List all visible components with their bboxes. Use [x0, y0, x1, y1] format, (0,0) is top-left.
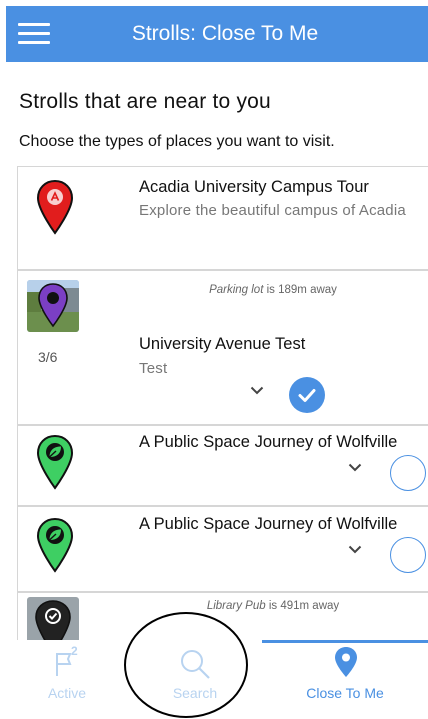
- search-icon: [181, 650, 210, 679]
- stroll-list: Acadia University Campus Tour Explore th…: [17, 166, 428, 640]
- stroll-description: Test: [139, 360, 168, 377]
- location-pin-icon: [335, 647, 357, 677]
- stroll-card[interactable]: 3/6 Parking lot is 189m away University …: [17, 270, 428, 425]
- distance-place: Parking lot: [209, 284, 264, 296]
- select-stroll-button[interactable]: [289, 377, 325, 413]
- tab-active[interactable]: 2 Active: [0, 640, 134, 719]
- tab-label: Close To Me: [306, 685, 384, 701]
- stroll-card[interactable]: A Public Space Journey of Wolfville: [17, 425, 428, 506]
- stroll-description: Explore the beautiful campus of Acadia: [139, 202, 406, 219]
- location-pin-icon: [36, 179, 74, 235]
- stroll-card[interactable]: Library Pub is 491m away: [17, 592, 428, 640]
- bottom-navigation: 2 Active Search Close To Me: [0, 640, 428, 719]
- location-pin-icon: [27, 597, 79, 640]
- tab-search[interactable]: Search: [128, 640, 262, 719]
- app-screen: Strolls: Close To Me Strolls that are ne…: [0, 0, 428, 719]
- tab-label: Active: [47, 685, 87, 701]
- distance-info: Parking lot is 189m away: [118, 284, 428, 296]
- select-stroll-button[interactable]: [390, 455, 426, 491]
- stroll-card[interactable]: Acadia University Campus Tour Explore th…: [17, 166, 428, 270]
- chevron-down-icon[interactable]: [250, 386, 264, 395]
- leaf-icon: [36, 517, 74, 573]
- checkmark-icon: [298, 389, 316, 402]
- distance-text: is 189m away: [263, 284, 337, 296]
- stroll-thumbnail: [27, 280, 79, 332]
- select-stroll-button[interactable]: [390, 537, 426, 573]
- distance-text: is 491m away: [265, 600, 340, 612]
- section-subheading: Choose the types of places you want to v…: [19, 133, 335, 150]
- leaf-icon: [36, 434, 74, 490]
- stroll-title: A Public Space Journey of Wolfville: [139, 433, 398, 451]
- tab-close-to-me[interactable]: Close To Me: [262, 640, 428, 719]
- stroll-title: University Avenue Test: [139, 335, 306, 353]
- chevron-down-icon[interactable]: [348, 545, 362, 554]
- section-heading: Strolls that are near to you: [19, 90, 271, 113]
- distance-info: Library Pub is 491m away: [118, 600, 428, 612]
- stroll-progress: 3/6: [38, 349, 58, 365]
- distance-place: Library Pub: [206, 600, 266, 612]
- active-count-badge: 2: [71, 644, 78, 658]
- stroll-title: Acadia University Campus Tour: [139, 178, 369, 196]
- tab-label: Search: [172, 685, 218, 701]
- chevron-down-icon[interactable]: [348, 463, 362, 472]
- stroll-title: A Public Space Journey of Wolfville: [139, 515, 398, 533]
- app-header: Strolls: Close To Me: [6, 6, 428, 62]
- stroll-card[interactable]: A Public Space Journey of Wolfville: [17, 506, 428, 592]
- page-title: Strolls: Close To Me: [131, 22, 319, 45]
